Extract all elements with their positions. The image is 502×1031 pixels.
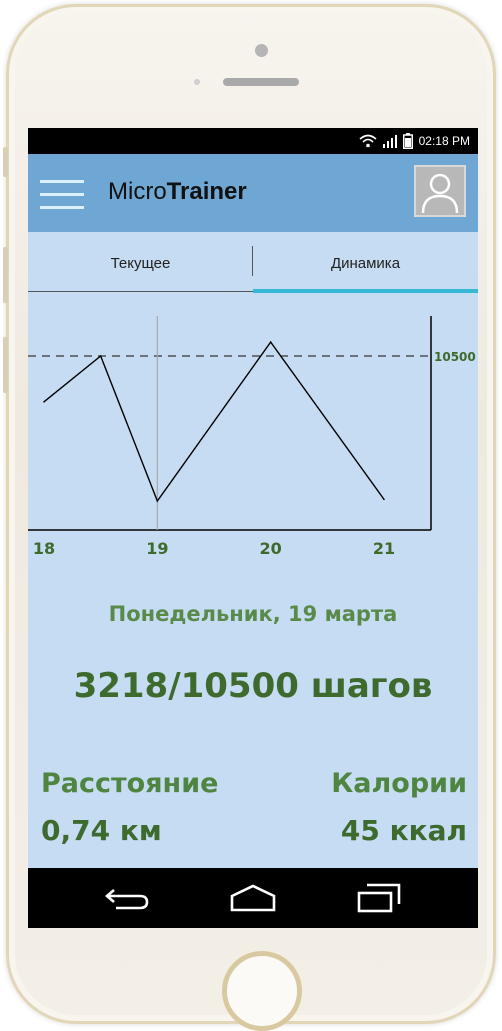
tab-selected-indicator: [253, 289, 478, 293]
status-time: 02:18 PM: [418, 134, 470, 148]
volume-down-button: [3, 337, 8, 393]
home-icon[interactable]: [229, 884, 277, 912]
data-point-3: [269, 341, 272, 343]
data-point-4: [383, 498, 385, 501]
tab-bar: Текущее Динамика: [28, 232, 478, 294]
app-title-bold: Trainer: [166, 178, 247, 205]
volume-up-button: [3, 247, 8, 303]
app-screen: 02:18 PM MicroTrainer Текущее Динамика 1…: [28, 128, 478, 928]
app-title: MicroTrainer: [108, 178, 247, 206]
tab-baseline: [28, 291, 253, 292]
home-hardware-button[interactable]: [222, 951, 302, 1031]
x-tick-label-21: 21: [373, 539, 395, 558]
user-icon: [421, 173, 459, 214]
app-title-light: Micro: [108, 178, 167, 205]
signal-icon: [382, 135, 397, 148]
app-bar: MicroTrainer: [28, 154, 478, 232]
distance-label: Расстояние: [41, 768, 219, 799]
steps-count: 3218/10500 шагов: [73, 666, 433, 706]
back-icon[interactable]: [104, 886, 150, 912]
x-tick-label-18: 18: [33, 539, 55, 558]
tab-current[interactable]: Текущее: [28, 232, 253, 294]
data-point-2: [156, 500, 159, 502]
front-camera: [255, 44, 268, 57]
steps-series-line: [43, 340, 385, 503]
tab-dynamics[interactable]: Динамика: [253, 232, 478, 294]
avatar[interactable]: [414, 165, 466, 217]
steps-chart: 10500 18 19 20 21: [28, 316, 476, 558]
calories-label: Калории: [331, 768, 467, 799]
status-bar: 02:18 PM: [28, 128, 478, 154]
x-tick-label-19: 19: [146, 539, 168, 558]
menu-icon[interactable]: [40, 180, 84, 210]
selected-date: Понедельник, 19 марта: [108, 602, 398, 626]
proximity-sensor: [194, 79, 200, 85]
x-tick-label-20: 20: [260, 539, 282, 558]
battery-icon: [402, 133, 413, 149]
earpiece-speaker: [223, 78, 299, 86]
wifi-icon: [359, 134, 377, 148]
recent-apps-icon[interactable]: [356, 882, 402, 914]
mute-switch: [3, 147, 8, 177]
calories-value: 45 ккал: [340, 814, 467, 847]
nav-bar: [28, 868, 478, 928]
data-point-1: [99, 355, 102, 357]
goal-line-label: 10500: [434, 350, 476, 364]
data-point-0: [43, 400, 45, 403]
distance-value: 0,74 км: [41, 814, 162, 847]
